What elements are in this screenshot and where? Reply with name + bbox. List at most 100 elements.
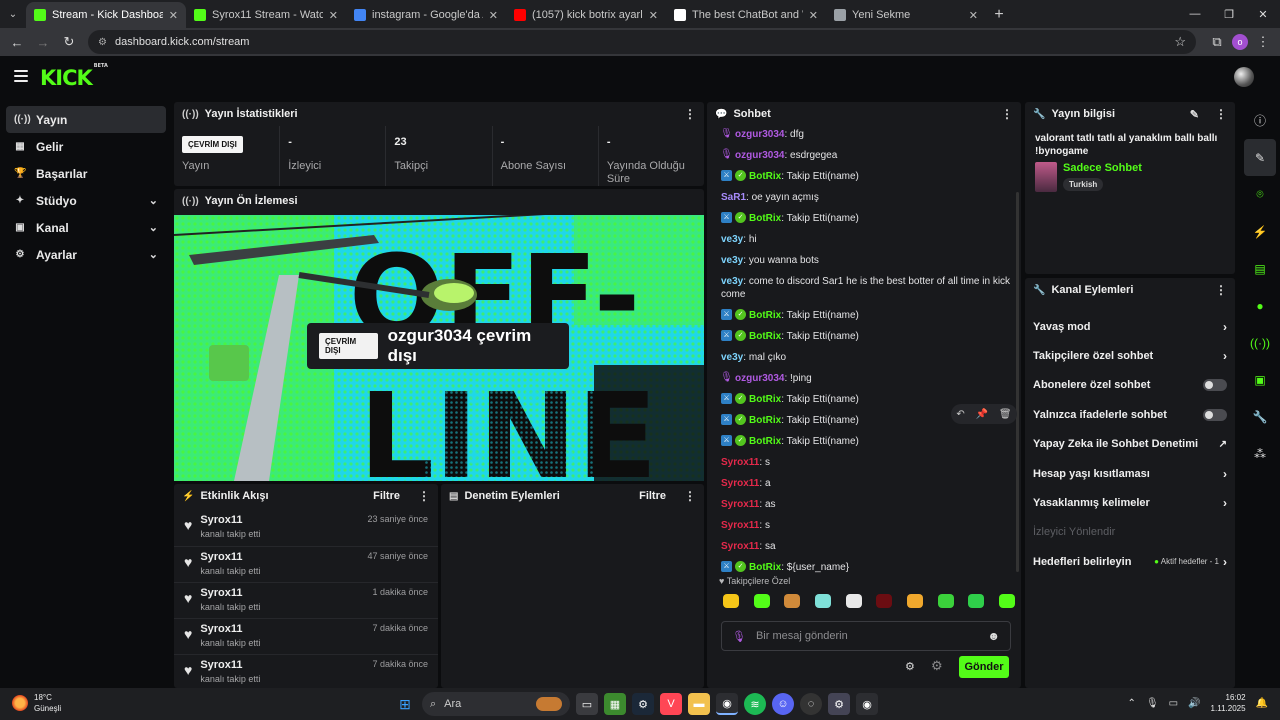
- browser-tab[interactable]: Syrox11 Stream - Watch Live on Kick ✕: [186, 2, 346, 28]
- chat-menu-icon[interactable]: ⋮: [1001, 107, 1013, 121]
- browser-tab[interactable]: (1057) kick botrix ayarları - YouTube ✕: [506, 2, 666, 28]
- chat-username[interactable]: ozgur3034: [735, 373, 784, 384]
- discord-icon[interactable]: ☺: [772, 693, 794, 715]
- activity-user[interactable]: Syrox11: [200, 551, 260, 563]
- tab-close-icon[interactable]: ✕: [489, 9, 498, 22]
- verified-badge-icon[interactable]: ✓: [735, 330, 746, 341]
- microphone-badge-icon[interactable]: 🎙: [720, 128, 733, 139]
- sidebar-item[interactable]: 🏆 Başarılar: [6, 160, 166, 187]
- channel-action-item[interactable]: Abonelere özel sohbet: [1025, 371, 1235, 400]
- tab-search-icon[interactable]: ⌄: [0, 0, 26, 28]
- verified-badge-icon[interactable]: ✓: [735, 212, 746, 223]
- tab-close-icon[interactable]: ✕: [969, 9, 978, 22]
- moderator-badge-icon[interactable]: ⚔: [721, 414, 732, 425]
- back-icon[interactable]: ←: [6, 31, 28, 53]
- chat-message-list[interactable]: 🎙 ozgur3034: dfg 🎙 ozgur3034: esdrgegea ⚔ ✓ Bo…: [707, 128, 1025, 576]
- network-icon[interactable]: ▭: [1169, 698, 1178, 709]
- spotify-icon[interactable]: ≋: [744, 693, 766, 715]
- chevron-down-icon[interactable]: ⌄: [149, 221, 158, 234]
- toggle-switch[interactable]: [1203, 408, 1227, 421]
- channel-action-item[interactable]: Yapay Zeka ile Sohbet Denetimi ↗: [1025, 430, 1235, 459]
- channel-action-item[interactable]: Hesap yaşı kısıtlaması ›: [1025, 459, 1235, 488]
- chat-input-placeholder[interactable]: Bir mesaj gönderin: [756, 630, 848, 642]
- category-name[interactable]: Sadece Sohbet: [1063, 162, 1142, 174]
- moderator-badge-icon[interactable]: ⚔: [721, 170, 732, 181]
- tab-close-icon[interactable]: ✕: [809, 9, 818, 22]
- new-tab-button[interactable]: +: [986, 2, 1012, 28]
- emote-icon[interactable]: [937, 594, 954, 608]
- close-window-icon[interactable]: ✕: [1246, 0, 1280, 28]
- chat-username[interactable]: ve3y: [721, 352, 743, 363]
- chevron-down-icon[interactable]: ⌄: [149, 194, 158, 207]
- chevron-right-icon[interactable]: ›: [1223, 496, 1227, 510]
- external-link-icon[interactable]: ↗: [1219, 439, 1227, 450]
- moderation-filter-button[interactable]: Filtre: [639, 490, 666, 502]
- activity-user[interactable]: Syrox11: [200, 623, 260, 635]
- mic-icon[interactable]: 🎙: [1146, 698, 1159, 709]
- channel-action-item[interactable]: Yavaş mod ›: [1025, 312, 1235, 341]
- chat-username[interactable]: Syrox11: [721, 478, 759, 489]
- activity-user[interactable]: Syrox11: [200, 659, 260, 671]
- activity-user[interactable]: Syrox11: [200, 587, 260, 599]
- toggle-switch[interactable]: [1203, 379, 1227, 392]
- chat-input[interactable]: 🎙 Bir mesaj gönderin ☻: [721, 621, 1011, 651]
- chevron-right-icon[interactable]: ›: [1223, 467, 1227, 481]
- browser-tab[interactable]: Stream - Kick Dashboard ✕: [26, 2, 186, 28]
- emote-icon[interactable]: [753, 594, 770, 608]
- verified-badge-icon[interactable]: ✓: [735, 561, 746, 572]
- sidebar-item[interactable]: ((·)) Yayın: [6, 106, 166, 133]
- emote-icon[interactable]: [998, 594, 1015, 608]
- chevron-down-icon[interactable]: ⌄: [149, 248, 158, 261]
- emote-icon[interactable]: [876, 594, 893, 608]
- forward-icon[interactable]: →: [32, 31, 54, 53]
- flash-icon[interactable]: ⚡: [1240, 213, 1280, 250]
- chat-username[interactable]: ozgur3034: [735, 129, 784, 140]
- moderator-badge-icon[interactable]: ⚔: [721, 330, 732, 341]
- emote-icon[interactable]: [814, 594, 831, 608]
- chat-username[interactable]: BotRix: [749, 394, 781, 405]
- verified-badge-icon[interactable]: ✓: [735, 414, 746, 425]
- browser-tab[interactable]: The best ChatBot and Widgets ✕: [666, 2, 826, 28]
- tray-expand-icon[interactable]: ⌃: [1128, 698, 1136, 709]
- moderator-badge-icon[interactable]: ⚔: [721, 212, 732, 223]
- moderator-badge-icon[interactable]: ⚔: [721, 309, 732, 320]
- emoji-picker-icon[interactable]: ☻: [987, 629, 1000, 643]
- emote-icon[interactable]: [906, 594, 923, 608]
- broadcast-rail-icon[interactable]: ((·)): [1240, 324, 1280, 361]
- browser-menu-icon[interactable]: ⋮: [1252, 31, 1274, 53]
- chat-username[interactable]: BotRix: [749, 562, 781, 573]
- bookmark-star-icon[interactable]: ☆: [1174, 34, 1186, 50]
- chat-username[interactable]: BotRix: [749, 310, 781, 321]
- weather-widget[interactable]: 18°C Güneşli: [12, 692, 61, 714]
- chat-username[interactable]: ve3y: [721, 255, 743, 266]
- microphone-badge-icon[interactable]: 🎙: [720, 372, 733, 383]
- chat-username[interactable]: BotRix: [749, 213, 781, 224]
- file-explorer-icon[interactable]: ▬: [688, 693, 710, 715]
- chevron-right-icon[interactable]: ›: [1223, 555, 1227, 569]
- maximize-icon[interactable]: ❐: [1212, 0, 1246, 28]
- minecraft-icon[interactable]: ▦: [604, 693, 626, 715]
- edit-stream-icon[interactable]: ✎: [1244, 139, 1276, 176]
- chat-username[interactable]: ozgur3034: [735, 150, 784, 161]
- volume-icon[interactable]: 🔊: [1188, 698, 1200, 709]
- minimize-icon[interactable]: —: [1178, 0, 1212, 28]
- chevron-right-icon[interactable]: ›: [1223, 349, 1227, 363]
- emote-icon[interactable]: [968, 594, 985, 608]
- sidebar-item[interactable]: ▣ Kanal ⌄: [6, 214, 166, 241]
- clip-icon[interactable]: ⌾: [1240, 176, 1280, 213]
- channel-action-item[interactable]: Yasaklanmış kelimeler ›: [1025, 488, 1235, 517]
- profile-avatar[interactable]: o: [1232, 34, 1248, 50]
- taskbar-search[interactable]: ⌕ Ara: [422, 692, 570, 716]
- settings-taskbar-icon[interactable]: ⚙: [828, 693, 850, 715]
- emote-icon[interactable]: [845, 594, 862, 608]
- notes-icon[interactable]: ▤: [1240, 250, 1280, 287]
- chat-username[interactable]: Syrox11: [721, 457, 759, 468]
- valorant-icon[interactable]: V: [660, 693, 682, 715]
- task-view-icon[interactable]: ▭: [576, 693, 598, 715]
- channel-action-item[interactable]: Hedefleri belirleyin ● Aktif hedefler - 1…: [1025, 547, 1235, 576]
- browser-tab[interactable]: Yeni Sekme ✕: [826, 2, 986, 28]
- steam-icon[interactable]: ⚙: [632, 693, 654, 715]
- channel-action-item[interactable]: Yalnızca ifadelerle sohbet: [1025, 400, 1235, 429]
- emote-icon[interactable]: [784, 594, 801, 608]
- sidebar-item[interactable]: ✦ Stüdyo ⌄: [6, 187, 166, 214]
